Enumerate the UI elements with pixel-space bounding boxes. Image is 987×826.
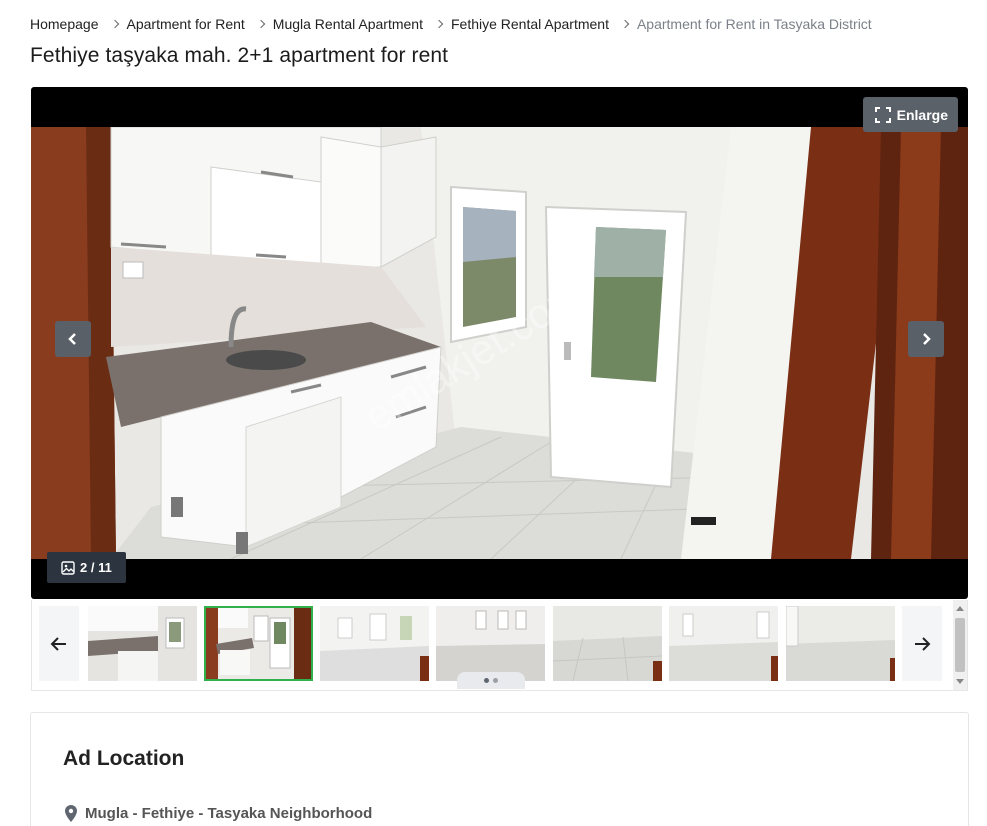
breadcrumb-apartment-for-rent[interactable]: Apartment for Rent	[127, 16, 245, 32]
breadcrumb: Homepage Apartment for Rent Mugla Rental…	[30, 15, 872, 33]
gallery-prev-button[interactable]	[55, 321, 91, 357]
page-title: Fethiye taşyaka mah. 2+1 apartment for r…	[30, 44, 449, 67]
photo-counter-text: 2 / 11	[80, 560, 112, 575]
breadcrumb-current: Apartment for Rent in Tasyaka District	[636, 16, 872, 32]
chevron-right-icon	[620, 19, 630, 29]
chevron-right-icon	[434, 19, 444, 29]
photo-counter: 2 / 11	[47, 552, 126, 583]
breadcrumb-mugla-rental[interactable]: Mugla Rental Apartment	[273, 16, 423, 32]
location-address: Mugla - Fethiye - Tasyaka Neighborhood	[65, 805, 372, 822]
scrollbar-thumb[interactable]	[955, 618, 965, 672]
breadcrumb-homepage[interactable]: Homepage	[30, 16, 99, 32]
chevron-right-icon	[110, 19, 119, 29]
pagination-dot[interactable]	[493, 678, 498, 683]
thumbnail-3[interactable]	[320, 606, 429, 681]
photo-gallery: emlakjet.com Enlarge 2 / 11	[31, 87, 968, 599]
thumbnail-5[interactable]	[553, 606, 662, 681]
chevron-left-icon	[68, 333, 76, 345]
scroll-up-icon[interactable]	[956, 606, 964, 611]
map-pin-icon	[65, 805, 77, 822]
listing-photo[interactable]: emlakjet.com	[31, 127, 968, 559]
thumbnail-7[interactable]	[786, 606, 895, 681]
pagination-dot[interactable]	[484, 678, 489, 683]
ad-location-card: Ad Location Mugla - Fethiye - Tasyaka Ne…	[30, 712, 969, 826]
scrollbar[interactable]	[953, 600, 967, 690]
thumbnails-next-button[interactable]	[902, 606, 942, 681]
ad-location-heading: Ad Location	[63, 747, 185, 770]
arrow-right-icon	[915, 636, 931, 651]
thumbnail-4[interactable]	[436, 606, 545, 681]
arrow-left-icon	[50, 636, 66, 651]
breadcrumb-fethiye-rental[interactable]: Fethiye Rental Apartment	[451, 16, 609, 32]
thumbnail-strip	[31, 600, 968, 691]
gallery-next-button[interactable]	[908, 321, 944, 357]
enlarge-label: Enlarge	[896, 106, 948, 123]
image-icon	[61, 560, 75, 575]
thumbnail-2[interactable]	[204, 606, 313, 681]
thumbnail-1[interactable]	[88, 606, 197, 681]
scroll-down-icon[interactable]	[956, 679, 964, 684]
chevron-right-icon	[256, 19, 266, 29]
thumbnail-6[interactable]	[669, 606, 778, 681]
thumbnail-pagination	[457, 672, 525, 689]
expand-icon	[874, 106, 891, 123]
thumbnails-prev-button[interactable]	[39, 606, 79, 681]
location-address-text: Mugla - Fethiye - Tasyaka Neighborhood	[85, 805, 373, 822]
chevron-right-icon	[923, 333, 931, 345]
enlarge-button[interactable]: Enlarge	[862, 97, 958, 132]
